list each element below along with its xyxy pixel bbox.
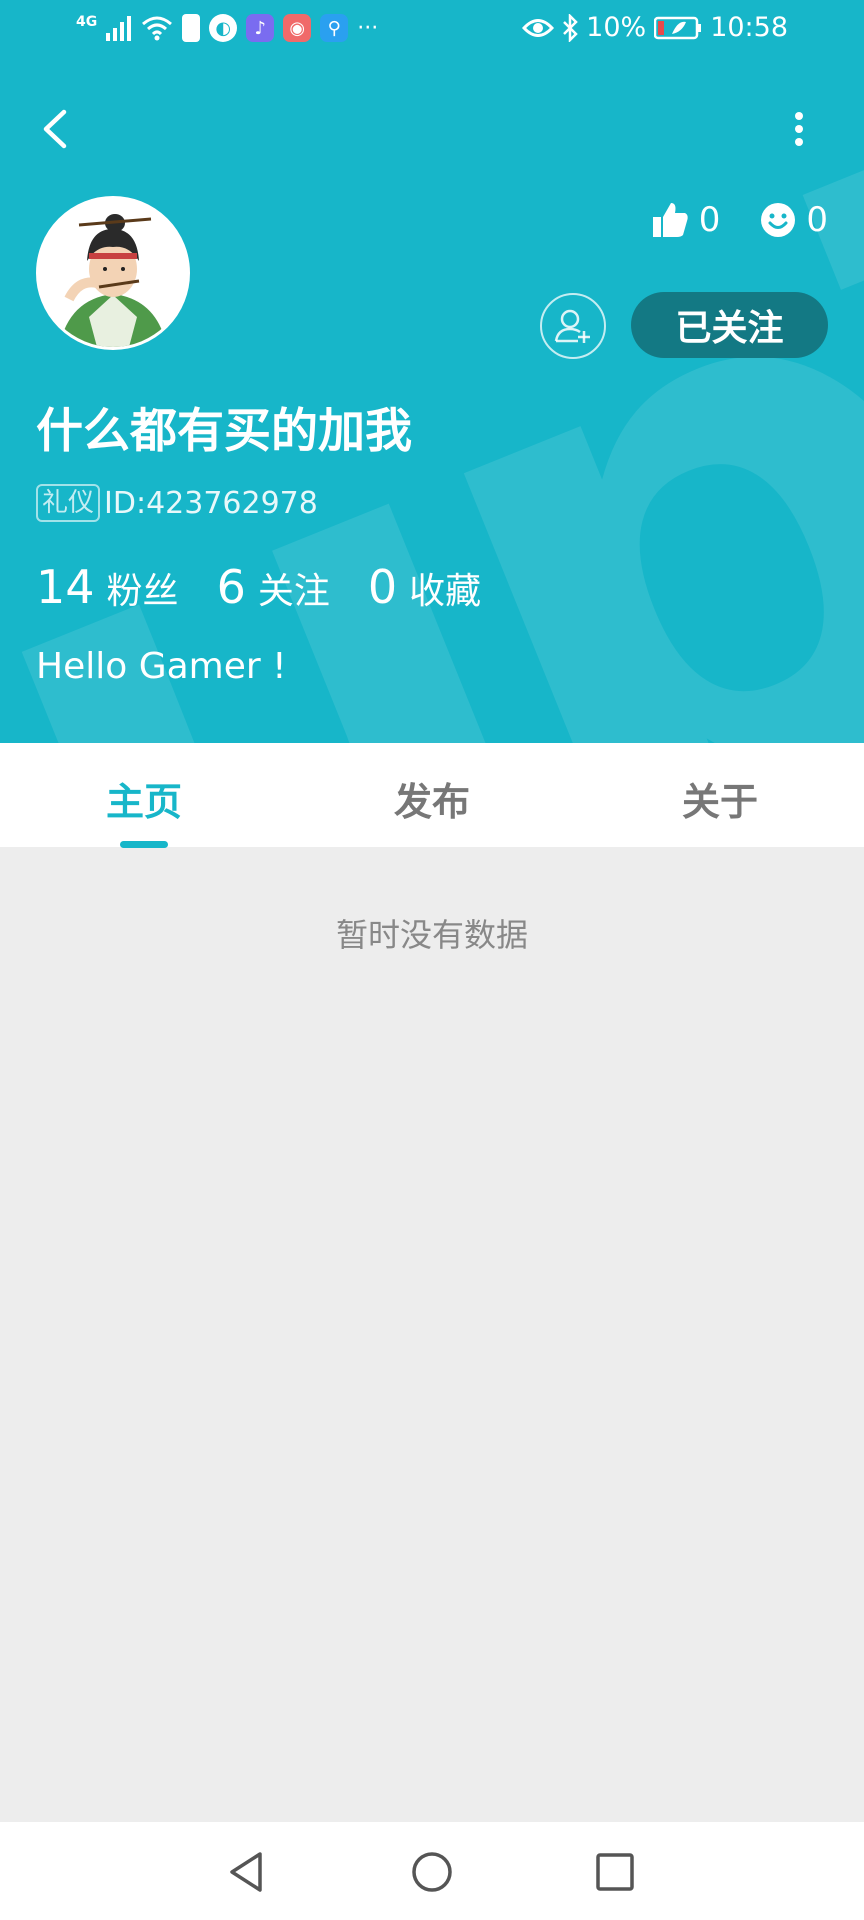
nav-recents-icon[interactable]	[587, 1844, 643, 1900]
smiles-count: 0	[806, 200, 828, 240]
avatar[interactable]	[36, 196, 190, 350]
empty-state-text: 暂时没有数据	[335, 916, 528, 954]
watermark-logo: upTa	[0, 0, 864, 743]
user-id-row: 礼仪 ID:423762978	[36, 484, 318, 522]
thumbs-up-icon	[652, 203, 688, 237]
follow-button[interactable]: 已关注	[631, 292, 828, 358]
favorites-label[interactable]: 收藏	[409, 562, 481, 614]
likes-stat[interactable]: 0	[651, 200, 721, 240]
tab-posts[interactable]: 发布	[332, 771, 532, 826]
user-bio: Hello Gamer !	[36, 646, 287, 687]
active-tab-indicator	[120, 841, 168, 848]
battery-percent: 10%	[586, 12, 647, 43]
profile-tabs: 主页 发布 关于	[0, 743, 864, 848]
tab-about[interactable]: 关于	[620, 771, 820, 826]
back-arrow-icon[interactable]	[36, 104, 76, 154]
signal-icon	[106, 16, 132, 41]
system-nav-bar	[0, 1822, 864, 1920]
username: 什么都有买的加我	[36, 404, 412, 459]
wifi-icon	[142, 16, 173, 41]
status-icons-left: 4G ◐ ♪ ◉ ⚲ ···	[76, 14, 378, 42]
likes-count: 0	[698, 200, 721, 240]
browser-app-icon: ◐	[209, 14, 238, 42]
search-app-icon: ⚲	[320, 14, 349, 42]
follow-counts: 14 粉丝 6 关注 0 收藏	[36, 560, 519, 614]
reaction-stats: 0 0	[651, 200, 828, 240]
avatar-illustration	[39, 199, 187, 347]
profile-header: upTa 4G ◐ ♪ ◉ ⚲ ··· 10% 10:58 0 0 已关注 什么…	[0, 0, 864, 743]
more-options-icon[interactable]	[784, 104, 814, 154]
following-label[interactable]: 关注	[258, 562, 330, 614]
followers-label[interactable]: 粉丝	[107, 562, 179, 614]
clock: 10:58	[710, 12, 788, 43]
smiley-icon	[761, 203, 796, 237]
following-count[interactable]: 6	[217, 560, 246, 614]
network-label: 4G	[76, 14, 98, 30]
status-icons-right: 10% 10:58	[522, 12, 788, 43]
podcast-app-icon: ◉	[283, 14, 312, 42]
battery-icon	[654, 16, 702, 39]
user-id: ID:423762978	[104, 485, 318, 521]
music-app-icon: ♪	[246, 14, 275, 42]
add-friend-button[interactable]	[540, 293, 606, 359]
smiles-stat[interactable]: 0	[760, 200, 828, 240]
nav-back-icon[interactable]	[220, 1844, 276, 1900]
user-tag-badge: 礼仪	[36, 484, 101, 522]
add-user-icon	[554, 309, 590, 343]
more-notifications: ···	[357, 15, 379, 41]
eye-icon	[522, 18, 555, 37]
sim-icon	[182, 14, 201, 42]
status-bar: 4G ◐ ♪ ◉ ⚲ ··· 10% 10:58	[0, 0, 864, 62]
favorites-count[interactable]: 0	[368, 560, 397, 614]
nav-home-icon[interactable]	[404, 1844, 460, 1900]
bluetooth-icon	[563, 13, 578, 42]
followers-count[interactable]: 14	[36, 560, 95, 614]
tab-home[interactable]: 主页	[44, 771, 244, 826]
